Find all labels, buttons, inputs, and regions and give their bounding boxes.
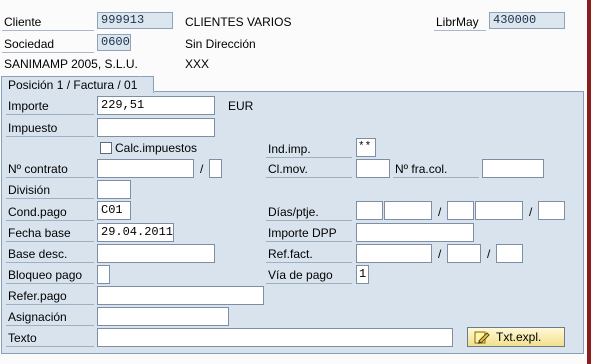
calc-impuestos-checkbox[interactable] (100, 142, 112, 154)
base-desc-field[interactable] (97, 244, 215, 263)
ref-fact-pos-field[interactable] (496, 244, 523, 263)
librmay-label-underline (434, 30, 486, 31)
panel-tab-slant (140, 76, 154, 92)
fecha-base-field[interactable]: 29.04.2011 (97, 223, 174, 242)
ptje-1-field[interactable] (384, 201, 432, 220)
refer-pago-field[interactable] (97, 286, 264, 305)
importe-dpp-label: Importe DPP (268, 226, 337, 240)
base-desc-label-underline (6, 262, 94, 263)
txt-expl-label: Txt.expl. (496, 330, 542, 344)
cl-mov-field[interactable] (356, 159, 390, 178)
dias-3-field[interactable] (538, 201, 565, 220)
ref-fact-label-underline (266, 262, 352, 263)
ref-fact-separator-1: / (438, 247, 442, 261)
ptje-2-field[interactable] (475, 201, 523, 220)
refer-pago-label-underline (6, 304, 94, 305)
refer-pago-label: Refer.pago (8, 289, 67, 303)
ind-imp-label-underline (266, 157, 352, 158)
cond-pago-label: Cond.pago (8, 205, 67, 219)
importe-dpp-field[interactable] (356, 223, 474, 242)
importe-field[interactable]: 229,51 (97, 96, 215, 115)
cliente-label-underline (2, 30, 94, 31)
base-desc-label: Base desc. (8, 247, 68, 261)
direccion-text: Sin Dirección (185, 37, 256, 51)
nro-contrato-label-underline (6, 177, 94, 178)
dias-separator-1: / (438, 205, 442, 219)
asignacion-label-underline (6, 325, 94, 326)
via-pago-label-underline (266, 283, 352, 284)
cond-pago-field[interactable]: C01 (97, 201, 131, 220)
window-right-border (587, 0, 591, 364)
dias-ptje-label: Días/ptje. (268, 205, 319, 219)
via-pago-label: Vía de pago (268, 268, 333, 282)
importe-label-underline (6, 114, 94, 115)
asignacion-field[interactable] (97, 307, 229, 326)
ref-fact-year-field[interactable] (447, 244, 481, 263)
cond-pago-label-underline (6, 220, 94, 221)
ind-imp-label: Ind.imp. (268, 142, 311, 156)
txt-expl-button[interactable]: Txt.expl. (467, 327, 565, 347)
impuesto-label: Impuesto (8, 121, 58, 135)
importe-dpp-label-underline (266, 241, 352, 242)
dias-separator-2: / (529, 205, 533, 219)
nro-fra-col-label: Nº fra.col. (395, 162, 448, 176)
ref-fact-label: Ref.fact. (268, 247, 313, 261)
division-label: División (8, 183, 51, 197)
ref-fact-field[interactable] (356, 244, 432, 263)
city-text: XXX (185, 57, 210, 71)
librmay-field[interactable]: 430000 (489, 12, 565, 29)
bloqueo-pago-label-underline (6, 283, 94, 284)
dias-2-field[interactable] (447, 201, 474, 220)
ref-fact-separator-2: / (487, 247, 491, 261)
sociedad-label: Sociedad (4, 37, 55, 51)
texto-label-underline (6, 346, 94, 347)
calc-impuestos-label: Calc.impuestos (115, 141, 198, 155)
cl-mov-label: Cl.mov. (268, 162, 308, 176)
cliente-field[interactable]: 999913 (97, 12, 173, 29)
bloqueo-pago-field[interactable] (97, 265, 110, 284)
contrato-separator: / (200, 162, 204, 176)
nro-contrato-label: Nº contrato (8, 162, 68, 176)
bloqueo-pago-label: Bloqueo pago (8, 268, 83, 282)
dias-1-field[interactable] (356, 201, 383, 220)
impuesto-label-underline (6, 136, 94, 137)
position-panel (1, 91, 584, 354)
nro-fra-col-field[interactable] (482, 159, 544, 178)
fecha-base-label-underline (6, 241, 94, 242)
texto-field[interactable] (97, 328, 453, 347)
cl-mov-label-underline (266, 177, 352, 178)
division-label-underline (6, 198, 94, 199)
sociedad-field[interactable]: 0600 (97, 34, 131, 51)
fecha-base-label: Fecha base (8, 226, 71, 240)
panel-tab: Posición 1 / Factura / 01 (1, 76, 155, 93)
sociedad-label-underline (2, 52, 94, 53)
importe-label: Importe (8, 99, 49, 113)
impuesto-field[interactable] (97, 118, 215, 137)
pencil-icon (474, 329, 490, 345)
nro-fra-col-label-underline (393, 177, 479, 178)
cliente-label: Cliente (4, 15, 42, 29)
panel-tab-label: Posición 1 / Factura / 01 (8, 78, 138, 92)
division-field[interactable] (97, 180, 131, 199)
company-name: SANIMAMP 2005, S.L.U. (4, 57, 138, 71)
cliente-name: CLIENTES VARIOS (185, 15, 292, 29)
texto-label: Texto (8, 331, 37, 345)
currency-text: EUR (228, 99, 254, 113)
nro-contrato-field[interactable] (97, 159, 194, 178)
librmay-label: LibrMay (436, 15, 479, 29)
ind-imp-field[interactable]: ** (356, 138, 376, 157)
contrato-pos-field[interactable] (209, 159, 222, 178)
via-pago-field[interactable]: 1 (356, 265, 369, 284)
dias-ptje-label-underline (266, 220, 352, 221)
asignacion-label: Asignación (8, 310, 67, 324)
